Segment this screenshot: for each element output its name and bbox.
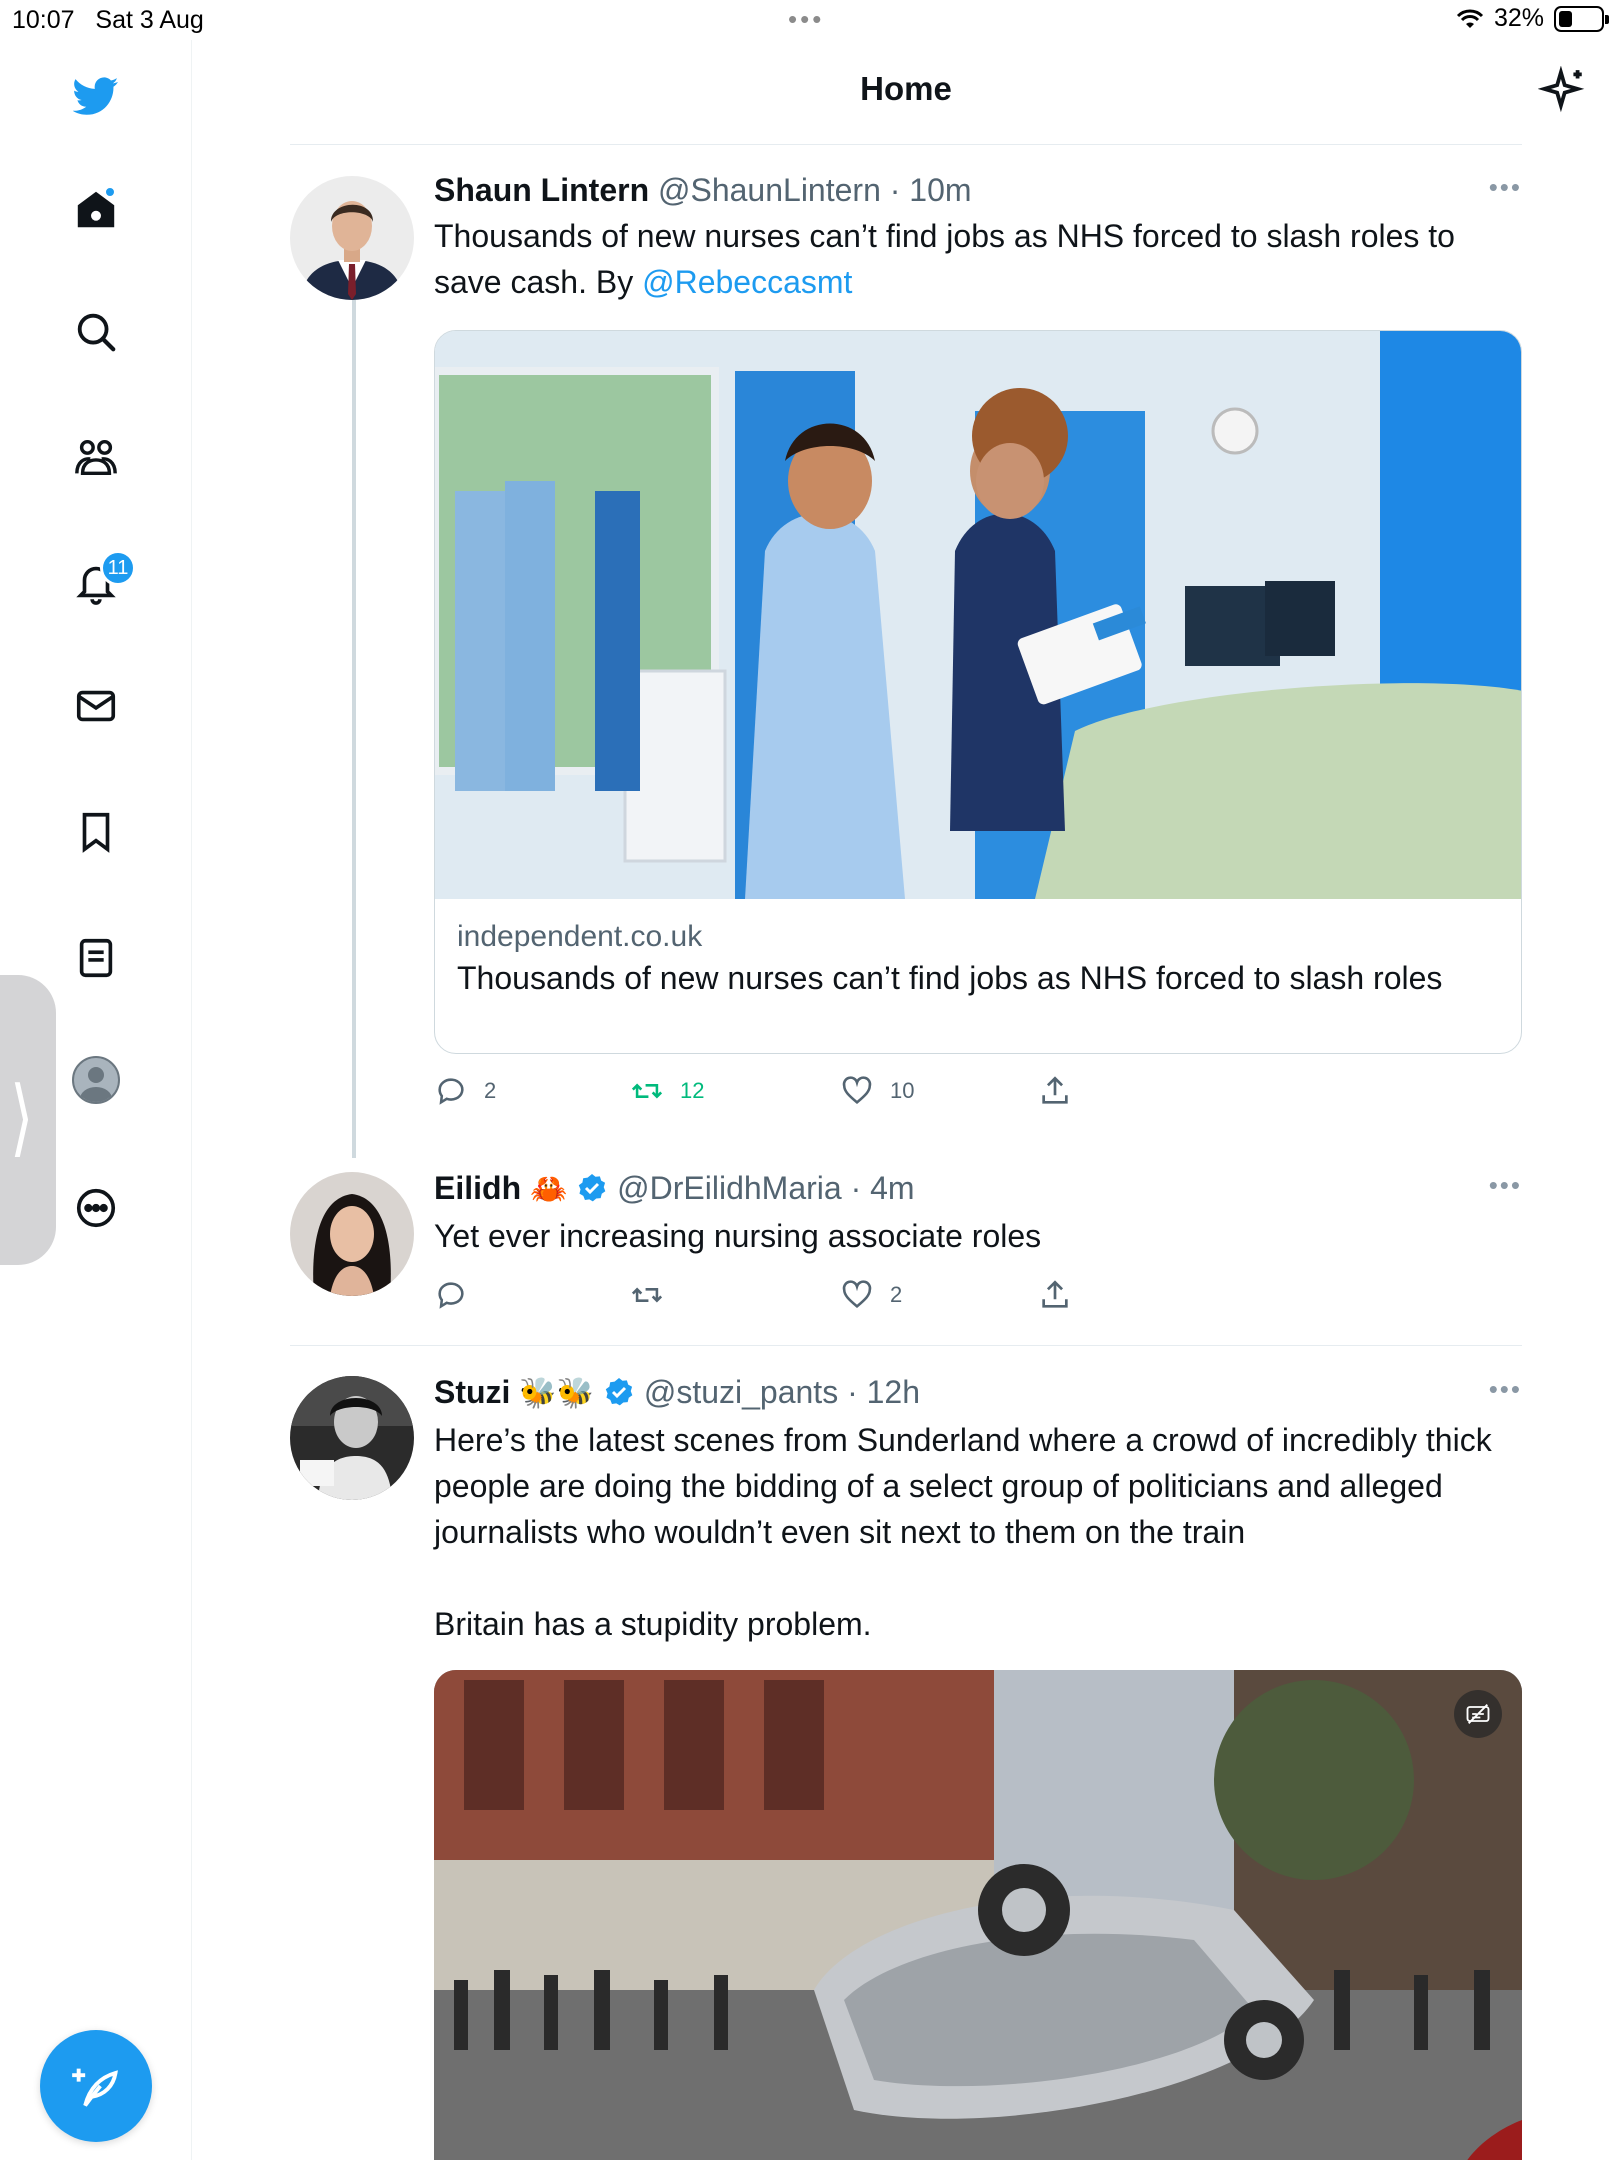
tweet-video[interactable] (434, 1670, 1522, 2160)
tweet-header: Stuzi 🐝🐝 @stuzi_pants · 12h (434, 1372, 1522, 1414)
tweet-stuzi[interactable]: Stuzi 🐝🐝 @stuzi_pants · 12h ••• Here’s t… (290, 1372, 1522, 1672)
status-bar: 10:07 Sat 3 Aug ••• 32% (0, 0, 1620, 40)
tweet-timestamp[interactable]: · 4m (851, 1170, 915, 1206)
twitter-logo-icon[interactable] (66, 66, 126, 126)
date: Sat 3 Aug (95, 6, 204, 34)
retweet-count: 12 (680, 1078, 705, 1103)
article-image (435, 331, 1521, 899)
profile-avatar (72, 1056, 120, 1104)
card-domain: independent.co.uk (457, 920, 703, 953)
share-button[interactable] (1038, 1074, 1072, 1108)
retweet-icon (631, 1287, 663, 1303)
clock: 10:07 (12, 6, 75, 34)
communities-icon[interactable] (66, 428, 126, 488)
tweet-body: Shaun Lintern @ShaunLintern · 10m ••• Th… (434, 170, 1522, 305)
more-options-dots-icon[interactable]: ••• (1489, 1374, 1522, 1405)
card-title: Thousands of new nurses can’t find jobs … (457, 960, 1443, 996)
more-options-icon[interactable] (66, 1178, 126, 1238)
captions-off-icon (1466, 1704, 1490, 1724)
chevron-right-icon: ⟩ (10, 1069, 34, 1167)
timeline-header: Home (192, 40, 1620, 146)
share-icon (1042, 1076, 1068, 1104)
tweet-text: Yet ever increasing nursing associate ro… (434, 1218, 1042, 1254)
wifi-icon (1456, 9, 1484, 28)
verified-badge-icon (605, 1378, 633, 1406)
like-button[interactable]: 2 (840, 1278, 902, 1312)
more-options-dots-icon[interactable]: ••• (1489, 172, 1522, 203)
search-icon[interactable] (66, 302, 126, 362)
tweet-actions: 2 (434, 1278, 1134, 1318)
tweet-text-content: Thousands of new nurses can’t find jobs … (434, 218, 1455, 300)
header-divider (290, 144, 1522, 145)
retweet-button[interactable] (630, 1278, 680, 1312)
sidebar-nav: 11 ⟩ (0, 40, 192, 2160)
page-title: Home (860, 70, 952, 107)
crab-emoji: 🦀 (530, 1173, 568, 1206)
tweet-text: Here’s the latest scenes from Sunderland… (434, 1422, 1492, 1550)
bookmarks-icon[interactable] (66, 802, 126, 862)
sparkle-icon[interactable] (1538, 66, 1588, 116)
home-icon[interactable] (66, 180, 126, 240)
tweet-text-second-paragraph: Britain has a stupidity problem. (434, 1606, 872, 1642)
status-time: 10:07 Sat 3 Aug (12, 6, 204, 35)
battery-percent: 32% (1493, 4, 1544, 32)
avatar-eilidh[interactable] (290, 1172, 414, 1296)
tweet-body: Eilidh 🦀 @DrEilidhMaria · 4m ••• Yet eve… (434, 1168, 1522, 1259)
avatar-stuzi[interactable] (290, 1376, 414, 1500)
video-frame (434, 1670, 1522, 2160)
card-meta: independent.co.uk Thousands of new nurse… (435, 899, 1521, 1017)
tweet-body: Stuzi 🐝🐝 @stuzi_pants · 12h ••• Here’s t… (434, 1372, 1522, 1647)
heart-icon (842, 1076, 872, 1104)
author-handle[interactable]: @ShaunLintern (658, 172, 881, 208)
compose-tweet-button[interactable] (40, 2030, 152, 2142)
author-name[interactable]: Stuzi (434, 1374, 510, 1410)
tweet-header: Shaun Lintern @ShaunLintern · 10m (434, 170, 1522, 210)
tweet-header: Eilidh 🦀 @DrEilidhMaria · 4m (434, 1168, 1522, 1210)
author-name[interactable]: Shaun Lintern (434, 172, 649, 208)
share-icon (1042, 1280, 1068, 1308)
author-handle[interactable]: @stuzi_pants (644, 1374, 838, 1410)
verified-badge-icon (579, 1174, 606, 1202)
tweet-timestamp[interactable]: · 10m (890, 172, 972, 208)
reply-count: 2 (484, 1078, 497, 1103)
tweet-timestamp[interactable]: · 12h (847, 1374, 920, 1410)
reply-icon (438, 1282, 464, 1309)
reply-icon (438, 1078, 464, 1105)
multitasking-dots-icon[interactable]: ••• (788, 4, 824, 35)
retweet-button[interactable]: 12 (630, 1074, 704, 1108)
link-preview-card[interactable]: independent.co.uk Thousands of new nurse… (434, 330, 1522, 1054)
author-handle[interactable]: @DrEilidhMaria (617, 1170, 842, 1206)
profile-avatar-button[interactable] (66, 1050, 126, 1110)
notifications-bell-icon[interactable]: 11 (66, 550, 136, 612)
reply-button[interactable] (434, 1278, 484, 1312)
share-button[interactable] (1038, 1278, 1072, 1312)
retweet-icon (631, 1083, 663, 1099)
tweet-text: Thousands of new nurses can’t find jobs … (434, 213, 1522, 305)
compose-feather-icon (72, 2068, 118, 2107)
bee-emoji: 🐝🐝 (519, 1377, 595, 1410)
messages-envelope-icon[interactable] (66, 676, 126, 736)
tweet-divider (290, 1345, 1522, 1346)
like-button[interactable]: 10 (840, 1074, 914, 1108)
new-tweets-dot (104, 186, 116, 198)
author-name[interactable]: Eilidh (434, 1170, 521, 1206)
status-indicators: 32% (1456, 4, 1609, 33)
battery-fill (1559, 10, 1572, 27)
tweet-actions: 2 12 10 (434, 1074, 1134, 1114)
mention-link[interactable]: @Rebeccasmt (642, 264, 852, 300)
reply-button[interactable]: 2 (434, 1074, 496, 1108)
avatar-shaun-lintern[interactable] (290, 176, 414, 300)
heart-icon (842, 1280, 872, 1308)
side-panel-handle[interactable]: ⟩ (0, 975, 56, 1265)
notifications-count-badge: 11 (100, 550, 136, 586)
lists-icon[interactable] (66, 928, 126, 988)
like-count: 2 (890, 1282, 903, 1307)
more-options-dots-icon[interactable]: ••• (1489, 1170, 1522, 1201)
battery-icon (1554, 5, 1609, 32)
video-caption-toggle-button[interactable] (1454, 1690, 1502, 1738)
like-count: 10 (890, 1078, 915, 1103)
